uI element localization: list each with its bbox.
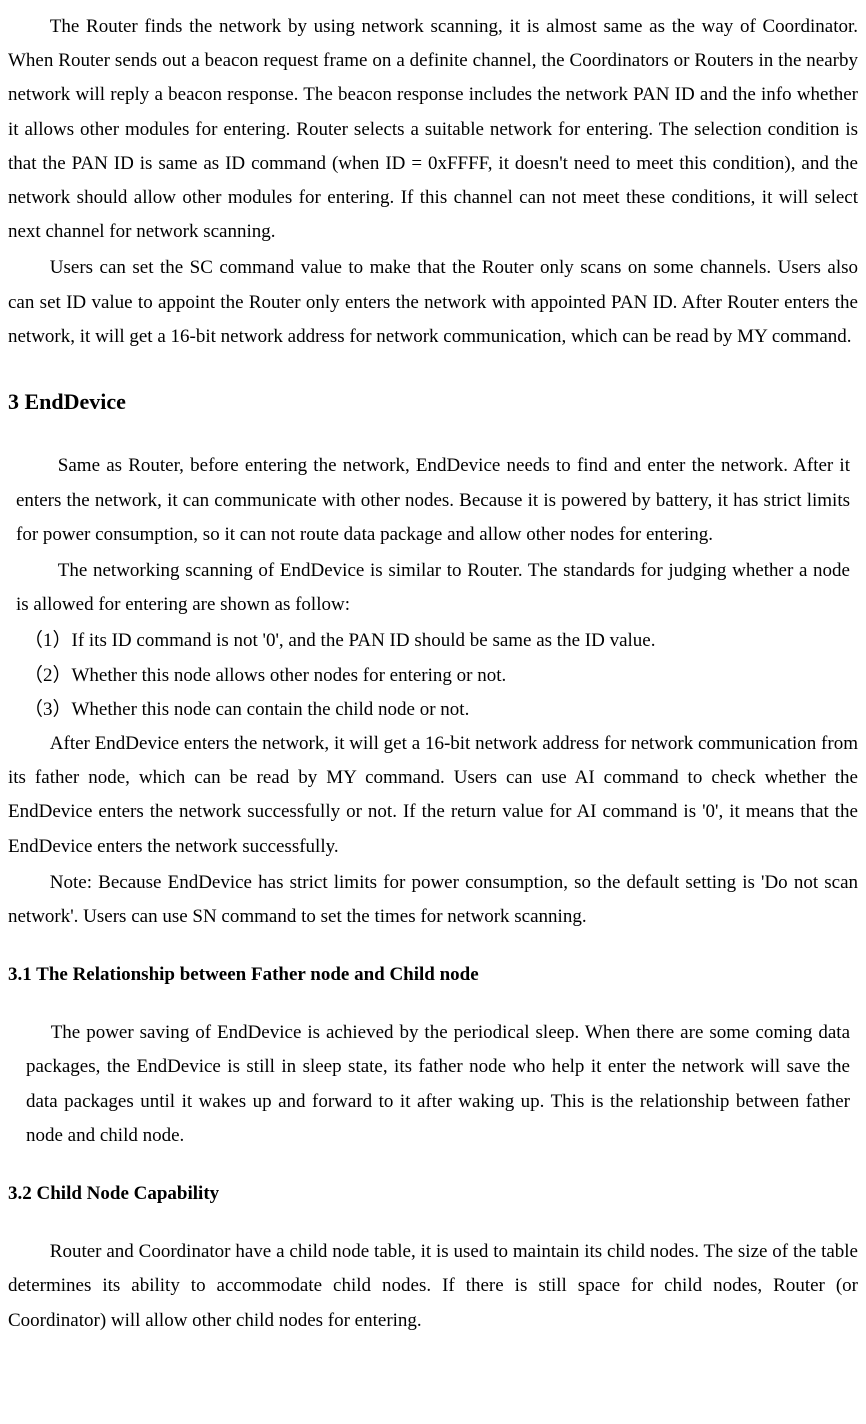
list-item-2: （2）Whether this node allows other nodes … bbox=[24, 659, 850, 693]
paragraph-enddevice-intro: Same as Router, before entering the netw… bbox=[16, 449, 850, 552]
paragraph-router-scan: The Router finds the network by using ne… bbox=[8, 10, 858, 249]
paragraph-enddevice-scan: The networking scanning of EndDevice is … bbox=[16, 554, 850, 622]
paragraph-router-sc: Users can set the SC command value to ma… bbox=[8, 251, 858, 354]
heading-enddevice: 3 EndDevice bbox=[8, 382, 858, 422]
paragraph-father-child: The power saving of EndDevice is achieve… bbox=[26, 1016, 850, 1153]
paragraph-child-capability: Router and Coordinator have a child node… bbox=[8, 1235, 858, 1338]
heading-father-child: 3.1 The Relationship between Father node… bbox=[8, 958, 858, 992]
paragraph-enddevice-address: After EndDevice enters the network, it w… bbox=[8, 727, 858, 864]
list-item-3: （3）Whether this node can contain the chi… bbox=[24, 693, 850, 727]
heading-child-capability: 3.2 Child Node Capability bbox=[8, 1177, 858, 1211]
list-item-1: （1）If its ID command is not '0', and the… bbox=[24, 624, 850, 658]
paragraph-enddevice-note: Note: Because EndDevice has strict limit… bbox=[8, 866, 858, 934]
